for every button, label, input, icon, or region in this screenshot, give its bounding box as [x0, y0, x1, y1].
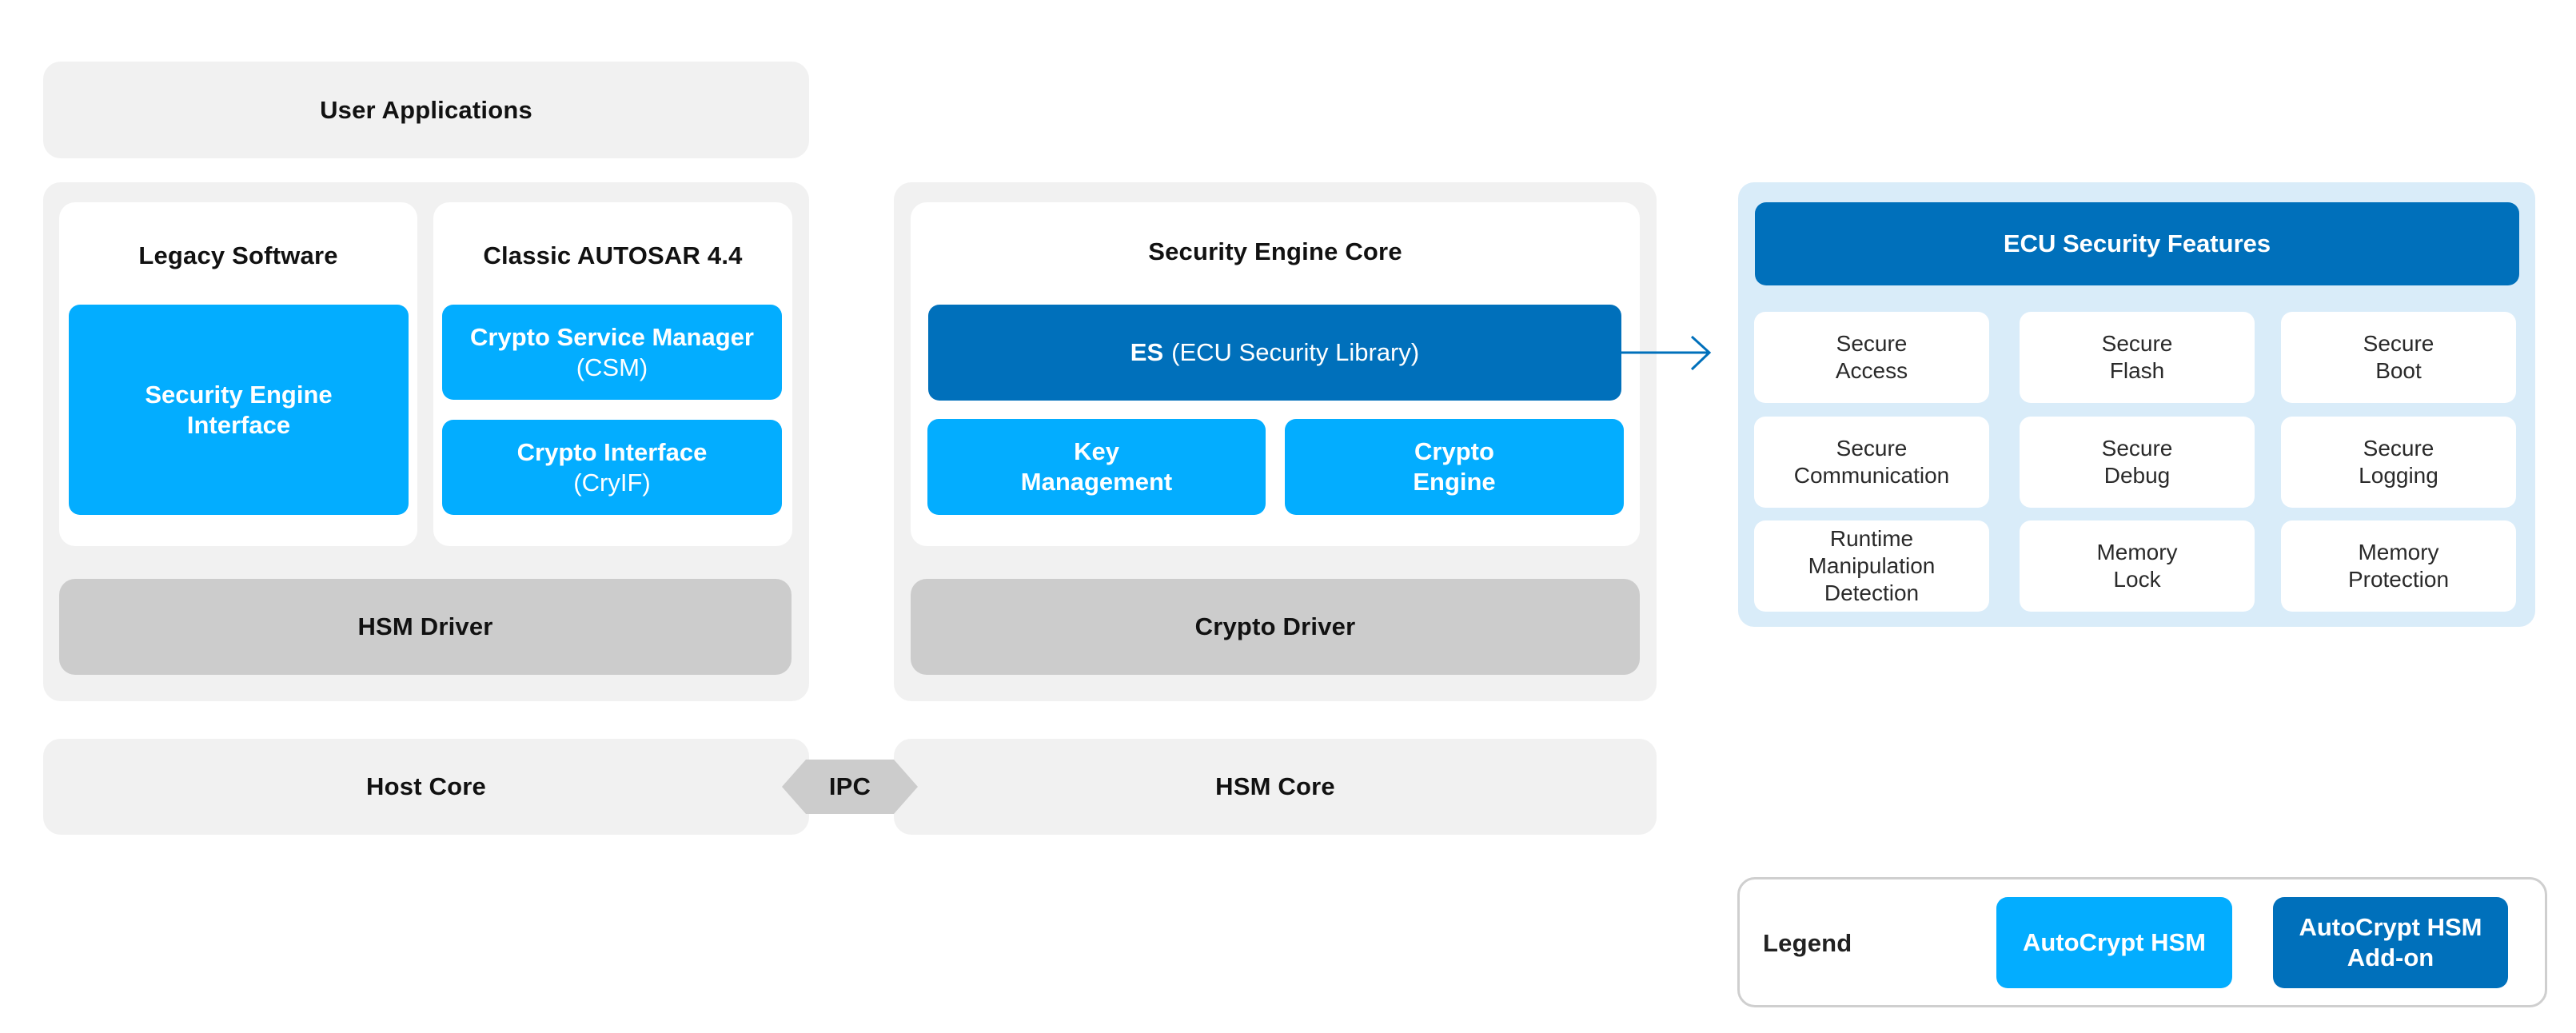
ipc-label-wrap: IPC: [782, 760, 918, 814]
security-engine-interface-line1: Security Engine: [145, 380, 333, 409]
legend-title: Legend: [1763, 929, 1852, 957]
feature-cell-line1: Memory: [2358, 540, 2439, 564]
crypto-interface-box: Crypto Interface (CryIF): [442, 420, 782, 515]
hsm-driver-box: HSM Driver: [59, 579, 792, 675]
feature-cell: Memory Lock: [2020, 520, 2255, 612]
feature-cell-line2: Communication: [1793, 463, 1950, 488]
crypto-driver-box: Crypto Driver: [911, 579, 1640, 675]
crypto-engine-line1: Crypto: [1414, 437, 1494, 465]
host-core-label: Host Core: [366, 772, 486, 800]
feature-cell-line1: Memory: [2096, 540, 2178, 564]
feature-cell: Secure Flash: [2020, 312, 2255, 403]
legend-item-autocrypt-hsm: AutoCrypt HSM: [1996, 897, 2232, 988]
feature-cell-line2: Logging: [2359, 463, 2438, 488]
feature-cell: Secure Debug: [2020, 417, 2255, 508]
feature-cell-line1: Secure: [2101, 436, 2173, 461]
feature-cell-line1: Runtime: [1829, 526, 1914, 551]
crypto-service-manager-box: Crypto Service Manager (CSM): [442, 305, 782, 400]
feature-cell: Secure Boot: [2281, 312, 2516, 403]
cryif-name: Crypto Interface: [516, 437, 708, 466]
feature-cell: Runtime Manipulation Detection: [1754, 520, 1989, 612]
security-engine-interface-box: Security Engine Interface: [69, 305, 409, 515]
legend-item-autocrypt-hsm-addon: AutoCrypt HSM Add-on: [2273, 897, 2508, 988]
key-management-line1: Key: [1074, 437, 1119, 465]
feature-cell-line2: Flash: [2109, 358, 2165, 383]
feature-cell: Secure Communication: [1754, 417, 1989, 508]
hsm-driver-label: HSM Driver: [357, 612, 493, 640]
feature-cell-line2: Access: [1835, 358, 1908, 383]
feature-cell: Memory Protection: [2281, 520, 2516, 612]
ecu-security-features-header: ECU Security Features: [1755, 202, 2519, 285]
legacy-software-title: Legacy Software: [59, 232, 417, 280]
feature-cell-line2: Protection: [2347, 567, 2450, 592]
security-engine-interface-line2: Interface: [186, 410, 291, 439]
feature-cell-line2: Debug: [2103, 463, 2171, 488]
key-management-line2: Management: [1020, 468, 1173, 496]
security-engine-core-title: Security Engine Core: [911, 228, 1640, 276]
legend-title-wrap: Legend: [1763, 927, 1852, 959]
ipc-label: IPC: [828, 772, 871, 800]
feature-cell-line1: Secure: [1836, 331, 1908, 356]
legend-item-addon-line2: Add-on: [2347, 943, 2434, 971]
hsm-core-label: HSM Core: [1215, 772, 1335, 800]
es-library-box: ES (ECU Security Library): [928, 305, 1621, 401]
feature-cell-line1: Secure: [2101, 331, 2173, 356]
key-management-box: Key Management: [927, 419, 1266, 515]
es-to-features-arrow-icon: [1621, 335, 1712, 371]
user-applications-label: User Applications: [320, 95, 532, 124]
classic-autosar-title-text: Classic AUTOSAR 4.4: [483, 241, 743, 269]
feature-cell-line1: Secure: [2363, 331, 2434, 356]
host-core-box: Host Core: [43, 739, 809, 835]
csm-name: Crypto Service Manager: [470, 322, 754, 351]
user-applications-layer: User Applications: [43, 62, 809, 158]
legend-item-addon-line1: AutoCrypt HSM: [2299, 913, 2482, 941]
classic-autosar-title: Classic AUTOSAR 4.4: [433, 232, 792, 280]
es-name: (ECU Security Library): [1171, 338, 1420, 366]
legacy-software-title-text: Legacy Software: [138, 241, 338, 269]
es-abbr: ES: [1130, 338, 1164, 366]
feature-cell: Secure Access: [1754, 312, 1989, 403]
feature-cell-line2: Boot: [2375, 358, 2422, 383]
feature-cell-line2: Lock: [2113, 567, 2161, 592]
cryif-abbr: (CryIF): [573, 468, 651, 497]
crypto-driver-label: Crypto Driver: [1194, 612, 1356, 640]
crypto-engine-line2: Engine: [1413, 468, 1496, 496]
feature-cell-line1: Secure: [2363, 436, 2434, 461]
feature-cell-line3: Detection: [1824, 580, 1920, 605]
legend-item-autocrypt-hsm-label: AutoCrypt HSM: [2022, 928, 2207, 956]
csm-abbr: (CSM): [576, 353, 648, 381]
hsm-core-box: HSM Core: [894, 739, 1657, 835]
ecu-security-features-title: ECU Security Features: [2003, 229, 2271, 257]
security-engine-core-title-text: Security Engine Core: [1148, 237, 1402, 265]
feature-cell: Secure Logging: [2281, 417, 2516, 508]
feature-cell-line1: Secure: [1836, 436, 1908, 461]
crypto-engine-box: Crypto Engine: [1285, 419, 1624, 515]
feature-cell-line2: Manipulation: [1808, 553, 1936, 578]
